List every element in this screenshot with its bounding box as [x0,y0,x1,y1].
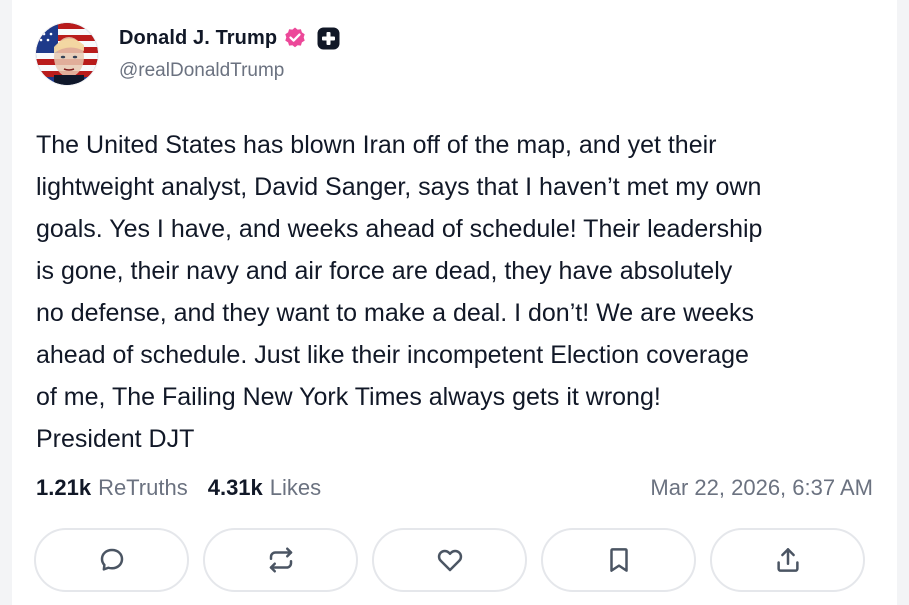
bookmark-button[interactable] [541,528,696,592]
avatar-image [36,23,98,85]
plus-badge-icon [317,27,340,50]
verified-badge-icon [283,26,307,50]
like-button[interactable] [372,528,527,592]
heart-icon [437,549,462,572]
post-header: Donald J. Trump @realDonaldTrump [36,22,340,86]
likes-label: Likes [269,475,322,500]
post-timestamp[interactable]: Mar 22, 2026, 6:37 AM [650,475,873,501]
retruths-label: ReTruths [98,475,188,500]
author-name[interactable]: Donald J. Trump [119,27,277,50]
retruths-stat[interactable]: 1.21k ReTruths [36,475,188,501]
likes-stat[interactable]: 4.31k Likes [208,475,321,501]
repost-icon [269,547,292,573]
share-button[interactable] [710,528,865,592]
comment-icon [100,548,123,571]
likes-count: 4.31k [207,475,263,500]
share-icon [776,548,799,572]
post-card: Donald J. Trump @realDonaldTrump The Uni… [12,0,897,605]
reply-button[interactable] [34,528,189,592]
bookmark-icon [609,548,628,572]
post-stats: 1.21k ReTruths 4.31k Likes Mar 22, 2026,… [36,472,873,504]
action-bar [34,528,865,592]
retruths-count: 1.21k [36,475,92,500]
post-text: The United States has blown Iran off of … [36,131,763,453]
author-handle[interactable]: @realDonaldTrump [119,60,340,82]
avatar[interactable] [36,23,98,85]
retruth-button[interactable] [203,528,358,592]
author-identity: Donald J. Trump @realDonaldTrump [119,26,340,82]
name-row: Donald J. Trump [119,26,340,50]
